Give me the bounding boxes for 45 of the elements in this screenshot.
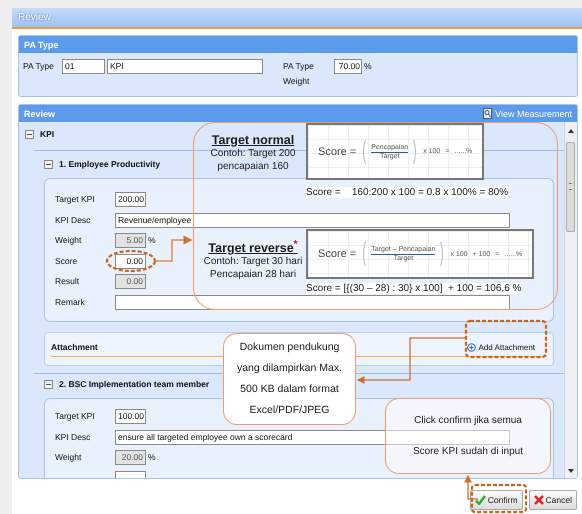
confirm-button[interactable]: Confirm <box>470 490 523 510</box>
field-label: Result <box>55 276 80 286</box>
input-field[interactable]: KPI <box>107 59 263 74</box>
field-label: KPI Desc <box>55 432 90 442</box>
group-title: KPI <box>40 129 54 139</box>
note-text: pencapaian 160 <box>216 160 290 173</box>
field-label: Target KPI <box>55 194 95 204</box>
input-field[interactable]: ensure all targeted employee own a scorecard <box>115 430 510 444</box>
note-text: Pencapaian 28 hari <box>208 268 298 282</box>
input-field[interactable]: 100.00 <box>115 409 146 424</box>
note-text: Contoh: Target 30 hari <box>202 255 304 268</box>
field-label: PA Type Weight <box>283 60 315 88</box>
cancel-button[interactable]: Cancel <box>528 490 577 510</box>
formula-example: Score = [{(30 – 28) : 30} x 100] + 100 = 106,6 % <box>306 283 522 294</box>
field-label: Weight <box>55 452 82 462</box>
panel-title: PA Type <box>24 40 58 50</box>
input-field[interactable]: 20.00 <box>115 450 146 465</box>
callout-note: Click confirm jika semua Score KPI sudah di input <box>385 398 551 474</box>
note-text: Contoh: Target 200 <box>210 147 296 160</box>
input-field[interactable]: 5.00 <box>115 233 146 248</box>
field-label: KPI Desc <box>55 214 90 224</box>
input-field[interactable]: 01 <box>62 59 105 74</box>
formula-example: Score = 160:200 x 100 = 0.8 x 100% = 80% <box>306 187 508 198</box>
callout-note: Dokumen pendukung yang dilampirkan Max. 500 KB dalam format Excel/PDF/JPEG <box>223 333 356 425</box>
unit-label: % <box>147 234 156 247</box>
input-field[interactable]: 0.00 <box>115 254 146 268</box>
field-label: PA Type <box>23 60 55 71</box>
input-field[interactable]: Revenue/employee <box>115 212 510 228</box>
input-field[interactable]: 70.00 <box>334 59 362 74</box>
field-label: Target KPI <box>55 411 95 421</box>
input-field[interactable]: 0.00 <box>115 274 146 289</box>
add-attachment-link[interactable]: Add Attachment <box>478 342 535 352</box>
field-label: Remark <box>55 296 85 306</box>
note-heading: Target normal <box>210 133 296 147</box>
kpi-item-title: 2. BSC Implementation team member <box>59 379 210 389</box>
note-heading: Target reverse$^{*}$ <box>207 239 299 256</box>
panel-title: Review <box>24 108 56 118</box>
unit-label: % <box>363 60 372 71</box>
kpi-item-title: 1. Employee Productivity <box>59 159 160 169</box>
unit-label: % <box>147 451 156 464</box>
input-field[interactable]: 200.00 <box>115 192 146 207</box>
window-title: Review <box>18 12 51 23</box>
attachment-title: Attachment <box>51 342 98 352</box>
field-label: Weight <box>55 235 82 245</box>
field-label: Score <box>55 256 78 266</box>
